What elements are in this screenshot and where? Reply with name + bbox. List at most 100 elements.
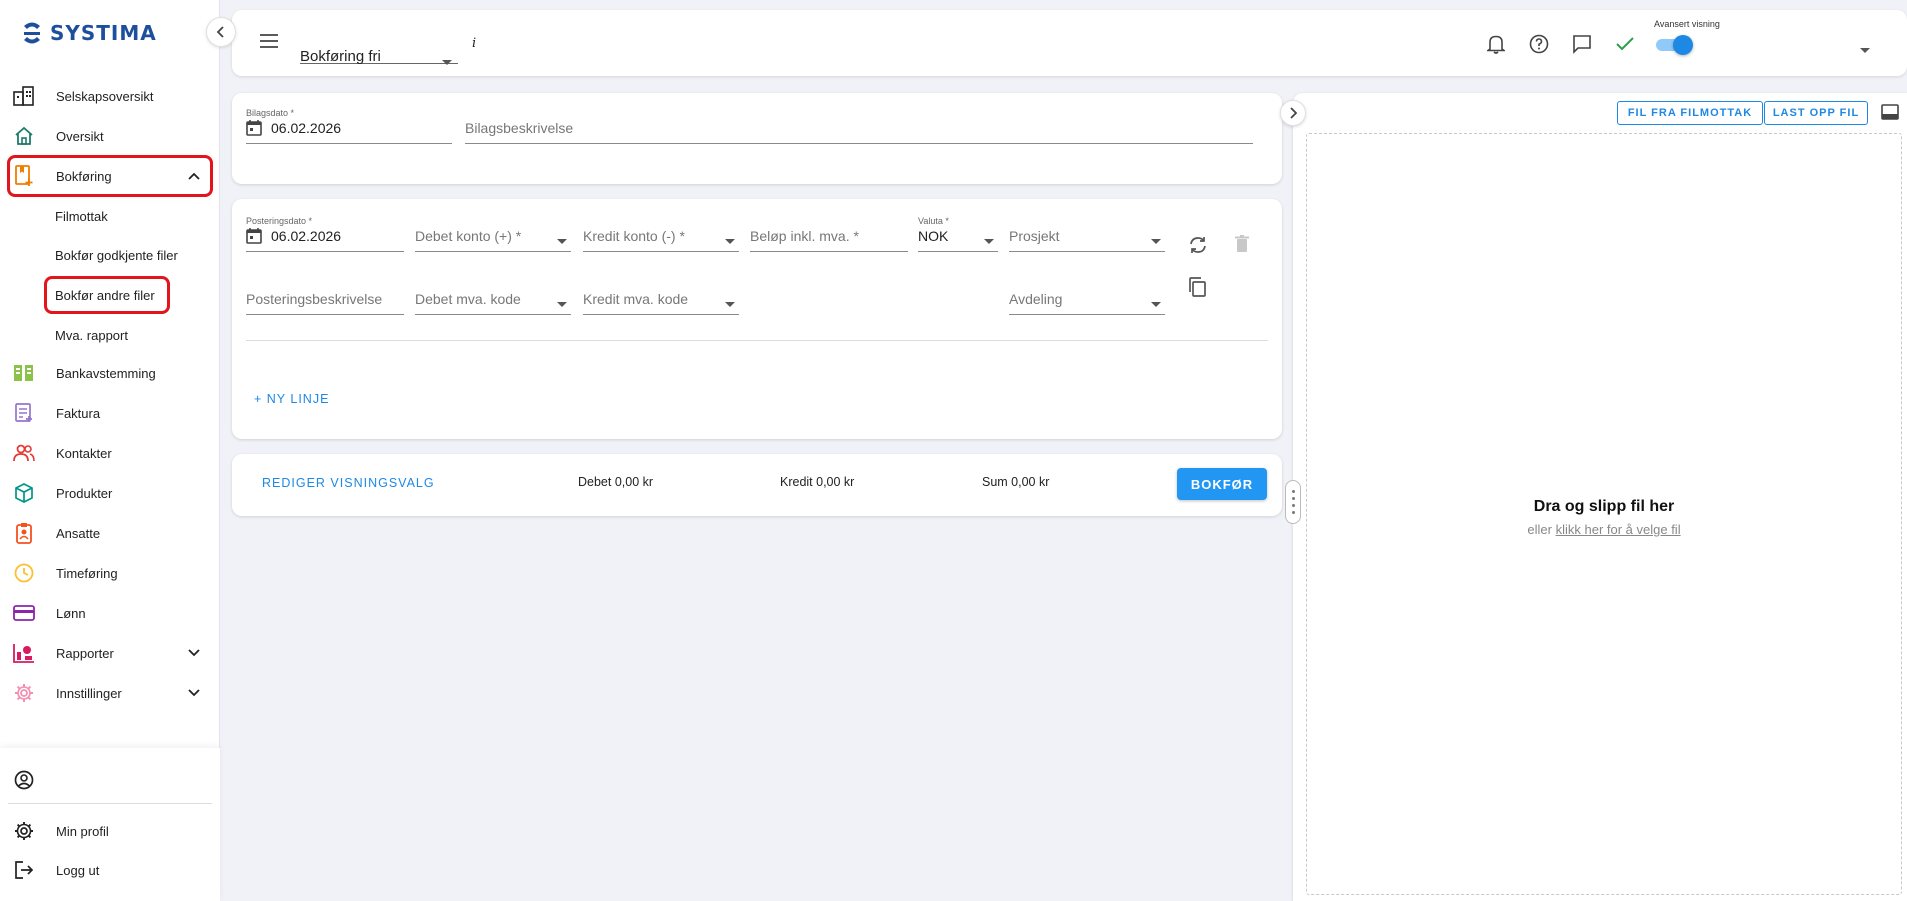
- field-underline: [750, 251, 908, 252]
- department-select[interactable]: Avdeling: [1009, 279, 1165, 315]
- sidebar-item-selskapsoversikt[interactable]: Selskapsoversikt: [10, 78, 210, 114]
- subitem-bokfor-andre-filer[interactable]: Bokfør andre filer: [55, 283, 155, 307]
- field-underline: [246, 314, 404, 315]
- debet-vat-select[interactable]: Debet mva. kode: [415, 279, 571, 315]
- panel-resize-handle[interactable]: [1285, 480, 1301, 524]
- chevron-up-icon[interactable]: [184, 171, 204, 181]
- field-underline: [246, 251, 404, 252]
- subitem-bokfor-godkjente-filer[interactable]: Bokfør godkjente filer: [55, 243, 178, 267]
- settings-gear-icon: [12, 681, 36, 705]
- calendar-icon[interactable]: [246, 227, 262, 247]
- currency-value: NOK: [918, 228, 949, 244]
- dropdown-arrow-icon: [984, 233, 994, 248]
- field-underline: [1009, 251, 1165, 252]
- advanced-view-toggle[interactable]: [1656, 35, 1693, 55]
- kredit-vat-select[interactable]: Kredit mva. kode: [583, 279, 739, 315]
- calendar-icon[interactable]: [246, 119, 262, 139]
- sidebar-item-produkter[interactable]: Produkter: [10, 475, 210, 511]
- sidebar-item-account[interactable]: [10, 762, 210, 798]
- help-icon[interactable]: [1527, 32, 1551, 56]
- toggle-file-panel-button[interactable]: [1280, 100, 1306, 126]
- bokfor-button[interactable]: BOKFØR: [1177, 468, 1267, 500]
- sidebar-item-label: Bokføring: [56, 168, 112, 184]
- sidebar-item-logg-ut[interactable]: Logg ut: [10, 852, 210, 888]
- file-drop-zone[interactable]: Dra og slipp fil her eller klikk her for…: [1306, 133, 1902, 895]
- sidebar-item-kontakter[interactable]: Kontakter: [10, 435, 210, 471]
- notification-bell-icon[interactable]: [1484, 32, 1508, 56]
- amount-placeholder: Beløp inkl. mva. *: [750, 228, 859, 244]
- choose-file-link[interactable]: klikk her for å velge fil: [1556, 522, 1681, 537]
- debet-account-select[interactable]: Debet konto (+) *: [415, 216, 571, 252]
- employee-badge-icon: [12, 521, 36, 545]
- sidebar-item-label: Kontakter: [56, 445, 112, 461]
- sidebar-item-rapporter[interactable]: Rapporter: [10, 635, 210, 671]
- field-underline: [583, 251, 739, 252]
- edit-view-options-button[interactable]: REDIGER VISNINGSVALG: [262, 476, 435, 490]
- collapse-sidebar-button[interactable]: [206, 17, 236, 47]
- voucher-description-placeholder: Bilagsbeskrivelse: [465, 120, 574, 136]
- copy-icon[interactable]: [1188, 277, 1206, 300]
- kredit-account-select[interactable]: Kredit konto (-) *: [583, 216, 739, 252]
- voucher-date-field[interactable]: Bilagsdato * 06.02.2026: [246, 108, 452, 144]
- subitem-mva-rapport[interactable]: Mva. rapport: [55, 323, 128, 347]
- card-icon: [12, 601, 36, 625]
- dropdown-arrow-icon: [1151, 296, 1161, 311]
- sidebar-item-label: Min profil: [56, 823, 109, 839]
- sidebar-item-label: Produkter: [56, 485, 113, 501]
- sidebar-item-bokforing[interactable]: Bokføring: [10, 158, 210, 194]
- voucher-description-field[interactable]: Bilagsbeskrivelse: [465, 108, 1253, 144]
- chevron-left-icon: [216, 26, 224, 38]
- sidebar-item-faktura[interactable]: Faktura: [10, 395, 210, 431]
- chevron-down-icon[interactable]: [184, 688, 204, 698]
- field-underline: [415, 314, 571, 315]
- dropdown-arrow-icon: [725, 296, 735, 311]
- sidebar-item-innstillinger[interactable]: Innstillinger: [10, 675, 210, 711]
- sidebar-item-timeforing[interactable]: Timeføring: [10, 555, 210, 591]
- project-select[interactable]: Prosjekt: [1009, 216, 1165, 252]
- systima-logo-icon: [24, 22, 40, 44]
- info-icon[interactable]: i: [472, 36, 476, 51]
- currency-select[interactable]: Valuta * NOK: [918, 216, 998, 252]
- divider: [246, 340, 1268, 341]
- dropdown-arrow-icon: [557, 233, 567, 248]
- sidebar-item-label: Faktura: [56, 405, 101, 421]
- check-icon: [1613, 32, 1637, 56]
- contacts-icon: [12, 441, 36, 465]
- topbar-dropdown-arrow-icon[interactable]: [1860, 42, 1870, 57]
- account-circle-icon: [12, 768, 36, 792]
- sidebar-item-min-profil[interactable]: Min profil: [10, 813, 210, 849]
- bank-reconciliation-icon: [12, 361, 36, 385]
- posting-description-input[interactable]: Posteringsbeskrivelse: [246, 279, 404, 315]
- voucher-date-label: Bilagsdato *: [246, 108, 295, 118]
- sidebar-item-lonn[interactable]: Lønn: [10, 595, 210, 631]
- invoice-icon: [12, 401, 36, 425]
- sidebar-item-oversikt[interactable]: Oversikt: [10, 118, 210, 154]
- delete-icon[interactable]: [1235, 235, 1249, 256]
- sidebar-item-label: Selskapsoversikt: [56, 88, 154, 104]
- drop-zone-title: Dra og slipp fil her: [1533, 498, 1675, 515]
- chevron-down-icon[interactable]: [184, 648, 204, 658]
- sidebar-item-ansatte[interactable]: Ansatte: [10, 515, 210, 551]
- systima-logo[interactable]: SYSTIMA: [20, 20, 157, 46]
- upload-file-button[interactable]: LAST OPP FIL: [1764, 101, 1868, 125]
- posting-date-field[interactable]: Posteringsdato * 06.02.2026: [246, 216, 404, 252]
- posting-line-card: Posteringsdato * 06.02.2026 Debet konto …: [232, 199, 1282, 439]
- swap-sync-icon[interactable]: [1188, 235, 1208, 258]
- file-from-inbox-button[interactable]: FIL FRA FILMOTTAK: [1617, 101, 1763, 125]
- menu-icon[interactable]: [260, 34, 278, 51]
- gear-icon: [12, 819, 36, 843]
- sum-total: Sum 0,00 kr: [982, 475, 1050, 489]
- add-line-button[interactable]: + NY LINJE: [254, 392, 329, 406]
- file-panel: FIL FRA FILMOTTAK LAST OPP FIL Dra og sl…: [1293, 93, 1907, 901]
- mode-select[interactable]: Bokføring fri: [300, 36, 458, 65]
- currency-label: Valuta *: [918, 216, 949, 226]
- sidebar-item-label: Logg ut: [56, 862, 100, 878]
- field-underline: [1009, 314, 1165, 315]
- panel-layout-icon[interactable]: [1881, 104, 1899, 123]
- amount-input[interactable]: Beløp inkl. mva. *: [750, 216, 908, 252]
- mode-select-value: Bokføring fri: [300, 48, 381, 65]
- sidebar-item-bankavstemming[interactable]: Bankavstemming: [10, 355, 210, 391]
- subitem-filmottak[interactable]: Filmottak: [55, 204, 108, 228]
- chat-icon[interactable]: [1570, 32, 1594, 56]
- debet-total: Debet 0,00 kr: [578, 475, 654, 489]
